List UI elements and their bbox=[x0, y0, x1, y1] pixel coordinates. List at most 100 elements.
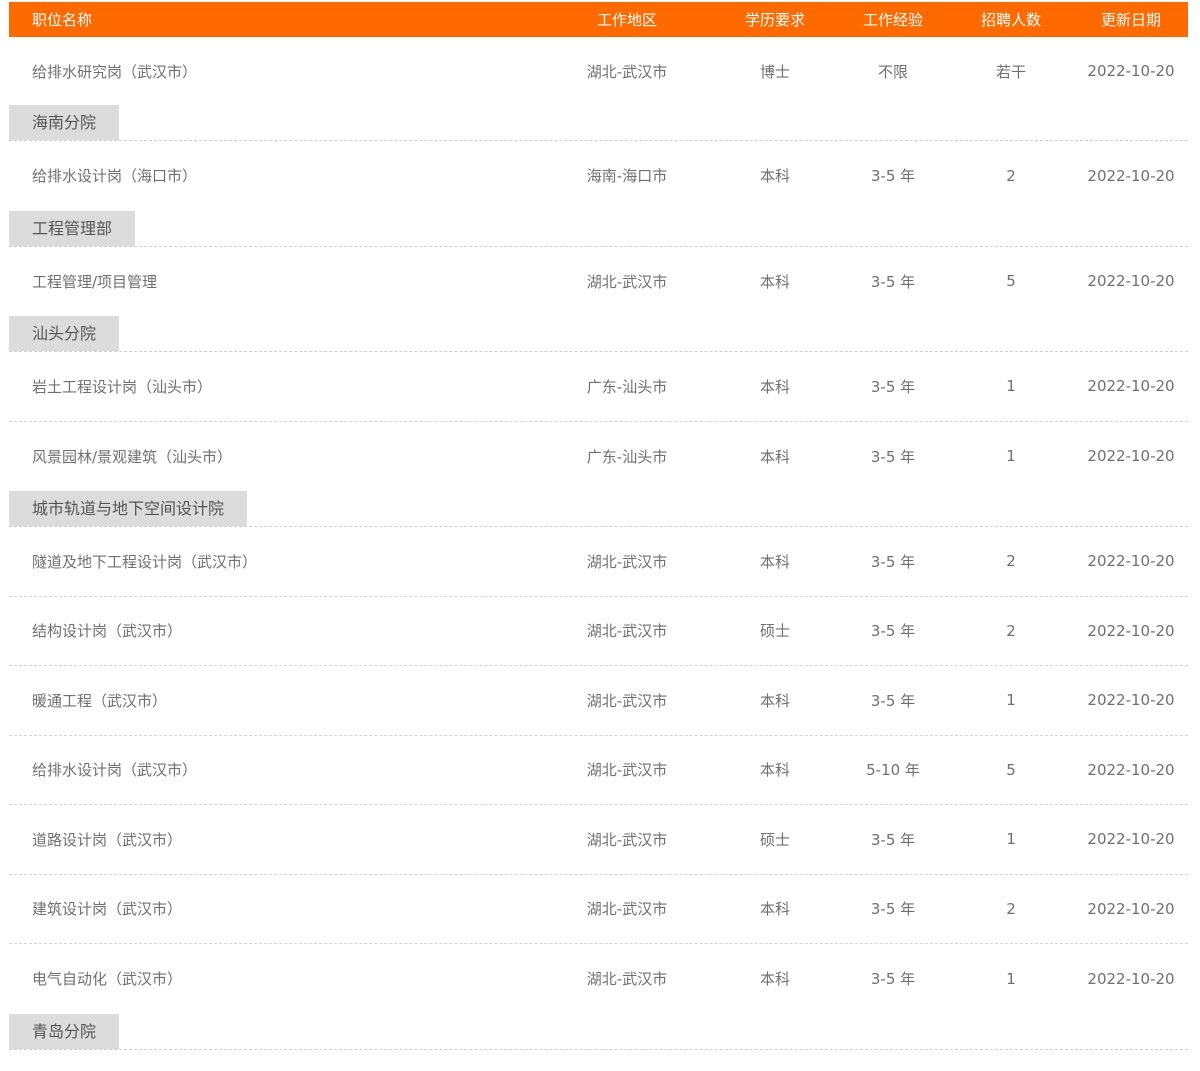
job-education: 本科 bbox=[759, 691, 790, 710]
job-title[interactable]: 给排水设计岗（武汉市） bbox=[9, 759, 542, 780]
job-updated: 2022-10-20 bbox=[1087, 899, 1175, 918]
job-education: 本科 bbox=[759, 167, 790, 186]
job-location: 湖北-武汉市 bbox=[586, 970, 668, 989]
job-openings: 2 bbox=[1006, 552, 1016, 571]
job-location: 广东-汕头市 bbox=[586, 447, 668, 466]
job-experience: 3-5 年 bbox=[870, 970, 916, 989]
header-education: 学历要求 bbox=[744, 11, 805, 29]
job-education: 本科 bbox=[759, 552, 790, 571]
group-header: 海南分院 bbox=[9, 105, 1188, 141]
header-updated: 更新日期 bbox=[1100, 11, 1161, 29]
job-updated: 2022-10-20 bbox=[1087, 830, 1175, 849]
job-title[interactable]: 电气自动化（武汉市） bbox=[9, 968, 542, 989]
header-openings: 招聘人数 bbox=[980, 11, 1041, 29]
job-row[interactable]: 给排水设计岗（武汉市） 湖北-武汉市 本科 5-10 年 5 2022-10-20 bbox=[9, 736, 1188, 805]
job-row[interactable]: 岩土工程设计岗（汕头市） 广东-汕头市 本科 3-5 年 1 2022-10-20 bbox=[9, 352, 1188, 422]
job-location: 湖北-武汉市 bbox=[586, 552, 668, 571]
job-title[interactable]: 岩土工程设计岗（汕头市） bbox=[9, 376, 542, 397]
job-row[interactable]: 工程管理/项目管理 湖北-武汉市 本科 3-5 年 5 2022-10-20 bbox=[9, 247, 1188, 317]
job-location: 湖北-武汉市 bbox=[586, 830, 668, 849]
job-openings: 2 bbox=[1006, 166, 1016, 185]
job-updated: 2022-10-20 bbox=[1087, 969, 1175, 988]
job-education: 硕士 bbox=[759, 830, 790, 849]
job-title[interactable]: 建筑设计岗（武汉市） bbox=[9, 898, 542, 919]
job-title[interactable]: 隧道及地下工程设计岗（武汉市） bbox=[9, 551, 542, 572]
job-updated: 2022-10-20 bbox=[1087, 691, 1175, 710]
job-experience: 3-5 年 bbox=[870, 691, 916, 710]
job-experience: 3-5 年 bbox=[870, 900, 916, 919]
job-education: 本科 bbox=[759, 761, 790, 780]
job-title[interactable]: 给排水研究岗（武汉市） bbox=[9, 61, 542, 82]
group-label: 海南分院 bbox=[9, 105, 120, 140]
job-experience: 5-10 年 bbox=[866, 761, 920, 780]
job-openings: 5 bbox=[1006, 272, 1016, 291]
job-openings: 2 bbox=[1006, 621, 1016, 640]
table-body: 给排水研究岗（武汉市） 湖北-武汉市 博士 不限 若干 2022-10-20 海南分院 给排水… bbox=[9, 37, 1188, 1050]
group-header: 城市轨道与地下空间设计院 bbox=[9, 491, 1188, 527]
job-openings: 1 bbox=[1006, 447, 1016, 466]
header-location: 工作地区 bbox=[596, 11, 657, 29]
group-header: 工程管理部 bbox=[9, 210, 1188, 247]
job-education: 本科 bbox=[759, 970, 790, 989]
job-updated: 2022-10-20 bbox=[1087, 166, 1175, 185]
job-updated: 2022-10-20 bbox=[1087, 552, 1175, 571]
job-location: 海南-海口市 bbox=[586, 167, 668, 186]
job-openings: 2 bbox=[1006, 899, 1016, 918]
job-row[interactable]: 建筑设计岗（武汉市） 湖北-武汉市 本科 3-5 年 2 2022-10-20 bbox=[9, 875, 1188, 944]
job-openings: 若干 bbox=[995, 62, 1026, 81]
job-location: 湖北-武汉市 bbox=[586, 272, 668, 291]
job-experience: 3-5 年 bbox=[870, 552, 916, 571]
job-openings: 1 bbox=[1006, 830, 1016, 849]
job-location: 湖北-武汉市 bbox=[586, 691, 668, 710]
header-experience: 工作经验 bbox=[862, 11, 923, 29]
group-label: 工程管理部 bbox=[9, 210, 136, 246]
job-updated: 2022-10-20 bbox=[1087, 377, 1175, 396]
job-experience: 3-5 年 bbox=[870, 622, 916, 641]
job-row[interactable]: 隧道及地下工程设计岗（武汉市） 湖北-武汉市 本科 3-5 年 2 2022-10-20 bbox=[9, 527, 1188, 597]
group-header: 汕头分院 bbox=[9, 316, 1188, 352]
group-label: 城市轨道与地下空间设计院 bbox=[9, 491, 248, 526]
group-label: 青岛分院 bbox=[9, 1013, 120, 1049]
job-row[interactable]: 暖通工程（武汉市） 湖北-武汉市 本科 3-5 年 1 2022-10-20 bbox=[9, 666, 1188, 736]
job-location: 湖北-武汉市 bbox=[586, 761, 668, 780]
job-row[interactable]: 给排水设计岗（海口市） 海南-海口市 本科 3-5 年 2 2022-10-20 bbox=[9, 141, 1188, 211]
job-title[interactable]: 结构设计岗（武汉市） bbox=[9, 620, 542, 641]
job-experience: 3-5 年 bbox=[870, 377, 916, 396]
job-experience: 3-5 年 bbox=[870, 272, 916, 291]
job-updated: 2022-10-20 bbox=[1087, 760, 1175, 779]
job-row[interactable]: 电气自动化（武汉市） 湖北-武汉市 本科 3-5 年 1 2022-10-20 bbox=[9, 944, 1188, 1014]
job-openings: 1 bbox=[1006, 969, 1016, 988]
job-updated: 2022-10-20 bbox=[1087, 621, 1175, 640]
job-location: 湖北-武汉市 bbox=[586, 900, 668, 919]
job-location: 湖北-武汉市 bbox=[586, 62, 668, 81]
job-openings: 1 bbox=[1006, 377, 1016, 396]
job-row[interactable]: 给排水研究岗（武汉市） 湖北-武汉市 博士 不限 若干 2022-10-20 bbox=[9, 37, 1188, 105]
job-row[interactable]: 结构设计岗（武汉市） 湖北-武汉市 硕士 3-5 年 2 2022-10-20 bbox=[9, 597, 1188, 666]
job-row[interactable]: 风景园林/景观建筑（汕头市） 广东-汕头市 本科 3-5 年 1 2022-10-20 bbox=[9, 422, 1188, 492]
header-title: 职位名称 bbox=[32, 11, 93, 29]
job-education: 本科 bbox=[759, 272, 790, 291]
job-education: 硕士 bbox=[759, 622, 790, 641]
table-header: 职位名称 工作地区 学历要求 工作经验 招聘人数 更新日期 bbox=[9, 2, 1188, 37]
job-title[interactable]: 给排水设计岗（海口市） bbox=[9, 165, 542, 186]
job-location: 湖北-武汉市 bbox=[586, 622, 668, 641]
job-openings: 5 bbox=[1006, 760, 1016, 779]
job-education: 本科 bbox=[759, 377, 790, 396]
job-openings: 1 bbox=[1006, 691, 1016, 710]
group-label: 汕头分院 bbox=[9, 316, 120, 351]
job-education: 本科 bbox=[759, 900, 790, 919]
job-title[interactable]: 工程管理/项目管理 bbox=[9, 271, 542, 292]
job-experience: 不限 bbox=[877, 62, 908, 81]
job-updated: 2022-10-20 bbox=[1087, 447, 1175, 466]
job-title[interactable]: 暖通工程（武汉市） bbox=[9, 690, 542, 711]
job-location: 广东-汕头市 bbox=[586, 377, 668, 396]
group-header: 青岛分院 bbox=[9, 1013, 1188, 1050]
job-listing-table: 职位名称 工作地区 学历要求 工作经验 招聘人数 更新日期 给排水研究岗（武汉市… bbox=[9, 2, 1188, 1050]
job-education: 博士 bbox=[759, 62, 790, 81]
job-title[interactable]: 道路设计岗（武汉市） bbox=[9, 829, 542, 850]
job-updated: 2022-10-20 bbox=[1087, 62, 1175, 80]
job-education: 本科 bbox=[759, 447, 790, 466]
job-experience: 3-5 年 bbox=[870, 167, 916, 186]
job-title[interactable]: 风景园林/景观建筑（汕头市） bbox=[9, 446, 542, 467]
job-row[interactable]: 道路设计岗（武汉市） 湖北-武汉市 硕士 3-5 年 1 2022-10-20 bbox=[9, 805, 1188, 875]
